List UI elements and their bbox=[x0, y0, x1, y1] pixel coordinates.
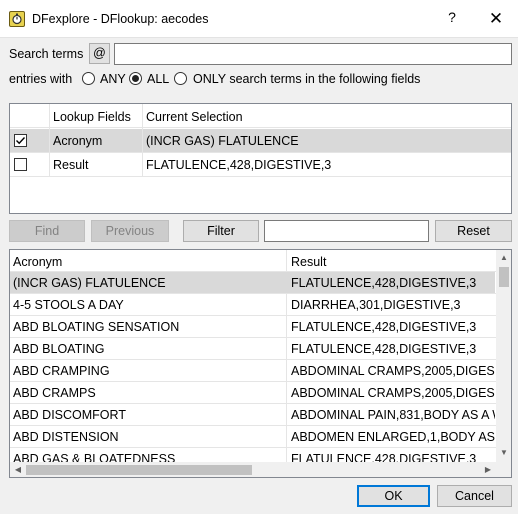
cell-acronym: ABD CRAMPING bbox=[13, 364, 110, 378]
result-checkbox[interactable] bbox=[14, 158, 27, 171]
vertical-scrollbar[interactable]: ▲ ▼ bbox=[496, 250, 511, 462]
radio-all[interactable] bbox=[129, 72, 142, 85]
search-input[interactable] bbox=[114, 43, 512, 65]
field-row-acronym[interactable]: Acronym (INCR GAS) FLATULENCE bbox=[10, 129, 511, 152]
cell-acronym: 4-5 STOOLS A DAY bbox=[13, 298, 124, 312]
table-row[interactable]: ABD CRAMPING ABDOMINAL CRAMPS,2005,DIGES… bbox=[10, 360, 495, 382]
search-terms-label: Search terms bbox=[9, 47, 84, 61]
cell-result: ABDOMINAL PAIN,831,BODY AS A WHOLE,1 bbox=[291, 408, 495, 422]
cell-result: FLATULENCE,428,DIGESTIVE,3 bbox=[291, 276, 477, 290]
fields-header: Lookup Fields Current Selection bbox=[10, 104, 511, 128]
field-selection: FLATULENCE,428,DIGESTIVE,3 bbox=[146, 158, 332, 172]
field-selection: (INCR GAS) FLATULENCE bbox=[146, 134, 299, 148]
lookup-fields-table: Lookup Fields Current Selection Acronym … bbox=[9, 103, 512, 214]
scroll-up-icon[interactable]: ▲ bbox=[496, 253, 511, 262]
vertical-scroll-thumb[interactable] bbox=[499, 267, 509, 287]
filter-button[interactable]: Filter bbox=[183, 220, 259, 242]
previous-button[interactable]: Previous bbox=[91, 220, 169, 242]
window-title: DFexplore - DFlookup: aecodes bbox=[32, 12, 209, 26]
table-row[interactable]: ABD CRAMPS ABDOMINAL CRAMPS,2005,DIGESTI… bbox=[10, 382, 495, 404]
cell-acronym: (INCR GAS) FLATULENCE bbox=[13, 276, 166, 290]
results-table: Acronym Result (INCR GAS) FLATULENCE FLA… bbox=[9, 249, 512, 478]
cell-result: ABDOMEN ENLARGED,1,BODY AS A WHOLE,1 bbox=[291, 430, 495, 444]
table-row[interactable]: ABD DISTENSION ABDOMEN ENLARGED,1,BODY A… bbox=[10, 426, 495, 448]
radio-all-label: ALL bbox=[147, 72, 170, 86]
radio-any-label: ANY bbox=[100, 72, 126, 86]
at-button[interactable]: @ bbox=[89, 43, 110, 64]
scroll-left-icon[interactable]: ◀ bbox=[10, 465, 26, 474]
entries-with-label: entries with bbox=[9, 72, 73, 86]
cell-acronym: ABD DISTENSION bbox=[13, 430, 119, 444]
ok-button[interactable]: OK bbox=[357, 485, 430, 507]
cell-acronym: ABD CRAMPS bbox=[13, 386, 96, 400]
table-row[interactable]: 4-5 STOOLS A DAY DIARRHEA,301,DIGESTIVE,… bbox=[10, 294, 495, 316]
cancel-button[interactable]: Cancel bbox=[437, 485, 512, 507]
find-button[interactable]: Find bbox=[9, 220, 85, 242]
header-current-selection[interactable]: Current Selection bbox=[146, 110, 243, 124]
stopwatch-icon bbox=[9, 11, 25, 27]
table-row[interactable]: ABD BLOATING SENSATION FLATULENCE,428,DI… bbox=[10, 316, 495, 338]
header-result[interactable]: Result bbox=[291, 255, 326, 269]
field-row-result[interactable]: Result FLATULENCE,428,DIGESTIVE,3 bbox=[10, 153, 511, 176]
filter-input[interactable] bbox=[264, 220, 429, 242]
cell-result: ABDOMINAL CRAMPS,2005,DIGESTIVE,3 bbox=[291, 386, 495, 400]
horizontal-scrollbar[interactable]: ◀ ▶ bbox=[10, 462, 496, 477]
field-name: Result bbox=[53, 158, 89, 172]
cell-result: ABDOMINAL CRAMPS,2005,DIGESTIVE,3 bbox=[291, 364, 495, 378]
cell-acronym: ABD GAS & BLOATEDNESS bbox=[13, 452, 176, 462]
table-row[interactable]: (INCR GAS) FLATULENCE FLATULENCE,428,DIG… bbox=[10, 272, 495, 294]
scroll-corner bbox=[496, 462, 511, 477]
header-acronym[interactable]: Acronym bbox=[13, 255, 62, 269]
radio-only[interactable] bbox=[174, 72, 187, 85]
cell-acronym: ABD DISCOMFORT bbox=[13, 408, 126, 422]
radio-any[interactable] bbox=[82, 72, 95, 85]
scroll-right-icon[interactable]: ▶ bbox=[480, 465, 496, 474]
header-lookup-fields[interactable]: Lookup Fields bbox=[53, 110, 131, 124]
results-header: Acronym Result bbox=[10, 250, 496, 272]
field-name: Acronym bbox=[53, 134, 103, 148]
radio-only-label: ONLY search terms in the following field… bbox=[193, 72, 421, 86]
close-icon[interactable]: ✕ bbox=[484, 9, 508, 29]
cell-result: FLATULENCE,428,DIGESTIVE,3 bbox=[291, 320, 477, 334]
cell-acronym: ABD BLOATING bbox=[13, 342, 105, 356]
cell-result: FLATULENCE,428,DIGESTIVE,3 bbox=[291, 452, 477, 462]
help-button[interactable]: ? bbox=[441, 9, 463, 29]
table-row[interactable]: ABD DISCOMFORT ABDOMINAL PAIN,831,BODY A… bbox=[10, 404, 495, 426]
title-bar: DFexplore - DFlookup: aecodes ? ✕ bbox=[0, 0, 518, 38]
acronym-checkbox[interactable] bbox=[14, 134, 27, 147]
cell-result: DIARRHEA,301,DIGESTIVE,3 bbox=[291, 298, 461, 312]
table-row[interactable]: ABD BLOATING FLATULENCE,428,DIGESTIVE,3 bbox=[10, 338, 495, 360]
cell-acronym: ABD BLOATING SENSATION bbox=[13, 320, 180, 334]
reset-button[interactable]: Reset bbox=[435, 220, 512, 242]
table-row[interactable]: ABD GAS & BLOATEDNESS FLATULENCE,428,DIG… bbox=[10, 448, 495, 462]
scroll-down-icon[interactable]: ▼ bbox=[496, 448, 511, 457]
cell-result: FLATULENCE,428,DIGESTIVE,3 bbox=[291, 342, 477, 356]
horizontal-scroll-thumb[interactable] bbox=[26, 465, 252, 475]
